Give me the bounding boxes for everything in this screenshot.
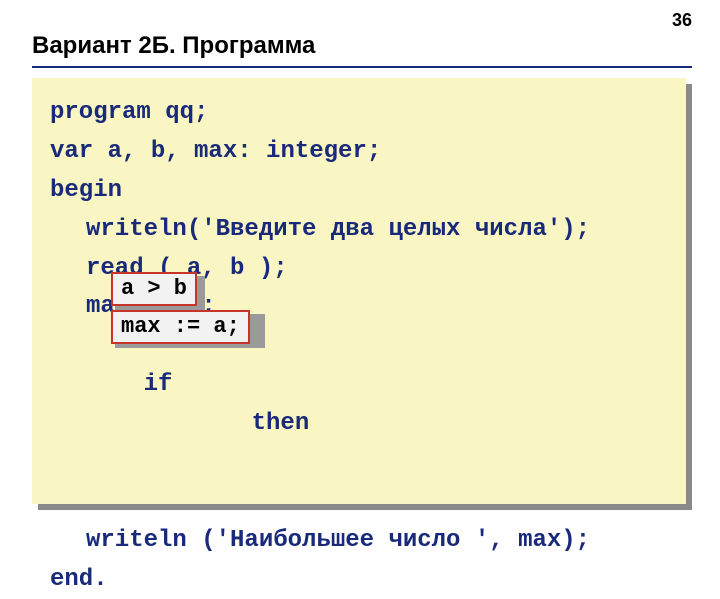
title-underline <box>32 66 692 68</box>
code-line: writeln ('Наибольшее число ', max); <box>50 522 668 561</box>
code-line: program qq; <box>50 94 668 133</box>
fill-condition-box: a > b <box>111 272 197 306</box>
if-keyword: if <box>144 366 173 405</box>
then-keyword: then <box>252 405 310 444</box>
code-line-if: if then <box>50 327 668 483</box>
code-line: begin <box>50 172 668 211</box>
code-line: var a, b, max: integer; <box>50 133 668 172</box>
code-line: end. <box>50 561 668 599</box>
code-line: writeln('Введите два целых числа'); <box>50 211 668 250</box>
page-number: 36 <box>672 10 692 31</box>
fill-assignment-box: max := a; <box>111 310 250 344</box>
slide-title: Вариант 2Б. Программа <box>32 32 315 60</box>
code-line <box>50 483 668 522</box>
